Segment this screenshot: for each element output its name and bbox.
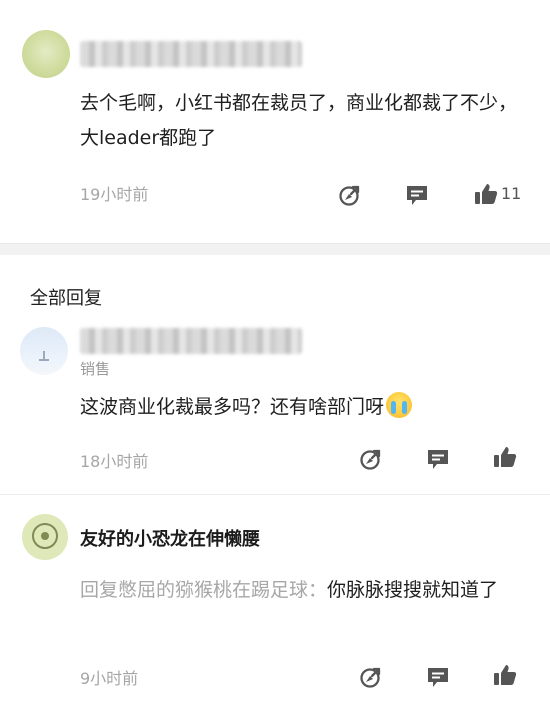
reply-text: 这波商业化裁最多吗？还有啥部门呀 [80,390,520,425]
reply-text-body: 这波商业化裁最多吗？还有啥部门呀 [80,396,385,418]
reply-to-prefix[interactable]: 回复憋屈的猕猴桃在踢足球： [80,579,327,601]
share-icon[interactable] [337,182,363,208]
reply-divider [0,494,550,495]
comment-icon[interactable] [425,664,451,690]
share-icon[interactable] [358,446,384,472]
thumbs-up-icon[interactable] [492,444,518,470]
comment-icon[interactable] [425,446,451,472]
comment-timestamp: 19小时前 [80,185,149,204]
avatar[interactable] [22,514,68,560]
reply-timestamp: 18小时前 [80,452,149,471]
thumbs-up-icon[interactable] [473,181,499,207]
blurred-username[interactable] [80,41,302,67]
like-count: 11 [501,184,522,203]
reply-username[interactable]: 友好的小恐龙在伸懒腰 [80,525,260,551]
avatar[interactable] [20,327,68,375]
comment-text: 去个毛啊，小红书都在裁员了，商业化都裁了不少，大leader都跑了 [80,92,518,149]
section-divider [0,243,550,255]
crying-face-emoji [386,392,413,418]
share-icon[interactable] [358,664,384,690]
comment-icon[interactable] [404,182,430,208]
user-role-label: 销售 [80,360,111,378]
reply-text-body: 你脉脉搜搜就知道了 [327,579,499,601]
thumbs-up-icon[interactable] [492,662,518,688]
replies-title: 全部回复 [30,288,102,309]
blurred-username[interactable] [80,328,302,354]
reply-timestamp: 9小时前 [80,669,139,688]
reply-text: 回复憋屈的猕猴桃在踢足球：你脉脉搜搜就知道了 [80,572,520,609]
avatar[interactable] [22,30,70,78]
